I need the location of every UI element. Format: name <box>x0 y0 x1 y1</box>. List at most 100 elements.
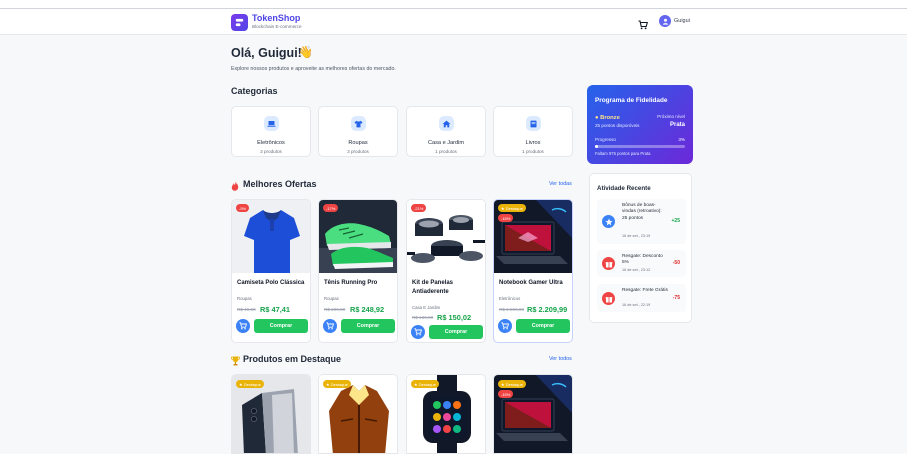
trophy-icon <box>231 353 240 366</box>
categories-title: Categorias <box>231 86 278 96</box>
activity-value: -75 <box>672 295 680 301</box>
star-icon: ★ <box>239 381 243 387</box>
discount-badge: -21% <box>411 204 427 212</box>
category-name: Eletrônicos <box>257 140 285 146</box>
product-card-sneaker[interactable]: -17% Tênis Running Pro Roupas R$ 299,90 … <box>318 199 398 343</box>
activity-value: -50 <box>672 260 680 266</box>
laptop-icon <box>264 116 279 131</box>
featured-badge-label: Destaque <box>505 381 523 387</box>
product-old-price: R$ 189,90 <box>412 315 434 320</box>
featured-badge: ★ Destaque <box>236 380 264 388</box>
user-name[interactable]: Guigui <box>674 18 690 24</box>
discount-badge: -5% <box>236 204 250 212</box>
star-icon <box>602 215 615 228</box>
buy-button[interactable]: Comprar <box>429 325 483 339</box>
category-count: 1 produtos <box>435 149 457 154</box>
featured-card-jacket[interactable]: ★ Destaque <box>318 374 398 454</box>
featured-badge: ★ Destaque <box>411 380 439 388</box>
progress-label: Progresso <box>595 137 616 142</box>
star-icon: ★ <box>501 205 505 211</box>
points-remaining: Faltam 975 pontos para Prata <box>595 151 651 156</box>
progress-bar-fill <box>595 145 598 148</box>
product-card-pans[interactable]: -21% Kit de Panelas Antiaderente Casa E … <box>406 199 486 343</box>
top-header: TokenShop Blockchain E-commerce Guigui <box>0 9 907 35</box>
product-price: R$ 47,41 <box>260 305 290 314</box>
featured-badge-label: Destaque <box>243 381 261 387</box>
activity-date: 16 de set., 23:19 <box>622 234 651 238</box>
logo-icon[interactable] <box>231 14 248 31</box>
featured-title: Produtos em Destaque <box>243 354 342 364</box>
category-card-home[interactable]: Casa e Jardim 1 produtos <box>406 106 486 157</box>
progress-bar <box>595 145 685 148</box>
offers-see-all-link[interactable]: Ver todas <box>549 181 572 187</box>
activity-item: Resgate: Desconto 5% 16 de set., 23:12 -… <box>597 250 686 277</box>
cart-icon[interactable] <box>638 17 649 30</box>
product-name[interactable]: Camiseta Polo Clássica <box>237 279 309 288</box>
product-card-notebook[interactable]: ★ Destaque -15% Notebook Gamer Ultra Ele… <box>493 199 573 343</box>
featured-badge: ★ Destaque <box>323 380 351 388</box>
buy-button[interactable]: Comprar <box>254 319 308 333</box>
featured-badge: ★ Destaque <box>498 380 526 388</box>
category-count: 3 produtos <box>260 149 282 154</box>
featured-card-smartwatch[interactable]: ★ Destaque <box>406 374 486 454</box>
add-to-cart-button[interactable] <box>498 319 512 333</box>
product-price: R$ 150,02 <box>437 313 472 322</box>
product-name[interactable]: Kit de Panelas Antiaderente <box>412 279 484 297</box>
wave-emoji: 👋 <box>298 45 313 59</box>
product-category: Eletrônicos <box>499 296 521 301</box>
category-card-clothes[interactable]: Roupas 3 produtos <box>318 106 398 157</box>
featured-card-notebook[interactable]: ★ Destaque -15% <box>493 374 573 454</box>
activity-date: 16 de set., 23:12 <box>622 268 651 272</box>
medal-icon: ● <box>595 115 599 121</box>
activity-text: Bônus de boas-vindas (retroativo): 25 po… <box>622 203 662 221</box>
brand-name[interactable]: TokenShop <box>252 13 300 23</box>
category-name: Roupas <box>348 140 368 146</box>
star-icon: ★ <box>501 381 505 387</box>
product-old-price: R$ 49,90 <box>237 307 256 312</box>
featured-card-phone[interactable]: ★ Destaque <box>231 374 311 454</box>
category-card-electronics[interactable]: Eletrônicos 3 produtos <box>231 106 311 157</box>
product-category: Roupas <box>237 296 252 301</box>
category-count: 1 produtos <box>522 149 544 154</box>
product-old-price: R$ 2.599,90 <box>499 307 525 312</box>
product-price: R$ 2.209,99 <box>527 305 568 314</box>
activity-value: +25 <box>671 218 680 224</box>
product-category: Roupas <box>324 296 339 301</box>
add-to-cart-button[interactable] <box>323 319 337 333</box>
recent-activity-panel: Atividade Recente Bônus de boas-vindas (… <box>589 173 692 323</box>
loyalty-card: Programa de Fidelidade ● Bronze 25 ponto… <box>587 85 693 164</box>
star-icon: ★ <box>414 381 418 387</box>
discount-badge: -15% <box>498 390 514 398</box>
product-category: Casa E Jardim <box>412 305 441 310</box>
home-icon <box>439 116 454 131</box>
activity-date: 16 de set., 22:19 <box>622 303 651 307</box>
featured-see-all-link[interactable]: Ver todos <box>549 356 572 362</box>
user-avatar[interactable] <box>659 15 671 27</box>
product-name[interactable]: Tênis Running Pro <box>324 279 396 288</box>
star-icon: ★ <box>326 381 330 387</box>
fire-icon <box>231 178 239 191</box>
loyalty-title: Programa de Fidelidade <box>595 97 668 104</box>
add-to-cart-button[interactable] <box>236 319 250 333</box>
add-to-cart-button[interactable] <box>411 325 425 339</box>
category-count: 3 produtos <box>347 149 369 154</box>
product-name[interactable]: Notebook Gamer Ultra <box>499 279 571 288</box>
category-card-books[interactable]: Livros 1 produtos <box>493 106 573 157</box>
greeting-title: Olá, Guigui! <box>231 46 302 60</box>
greeting-subtitle: Explore nossos produtos e aproveite as m… <box>231 66 396 72</box>
buy-button[interactable]: Comprar <box>516 319 570 333</box>
product-price: R$ 248,92 <box>350 305 385 314</box>
product-old-price: R$ 299,90 <box>324 307 346 312</box>
gift-icon <box>602 292 615 305</box>
activity-item: Bônus de boas-vindas (retroativo): 25 po… <box>597 199 686 244</box>
book-icon <box>526 116 541 131</box>
next-level-value: Prata <box>669 122 685 128</box>
progress-percent: 3% <box>678 137 685 142</box>
buy-button[interactable]: Comprar <box>341 319 395 333</box>
activity-text: Resgate: Frete Grátis <box>622 288 668 293</box>
loyalty-points: 25 pontos disponíveis <box>595 123 640 128</box>
loyalty-tier-label: Bronze <box>600 115 620 121</box>
shirt-icon <box>351 116 366 131</box>
gift-icon <box>602 257 615 270</box>
product-card-polo[interactable]: -5% Camiseta Polo Clássica Roupas R$ 49,… <box>231 199 311 343</box>
